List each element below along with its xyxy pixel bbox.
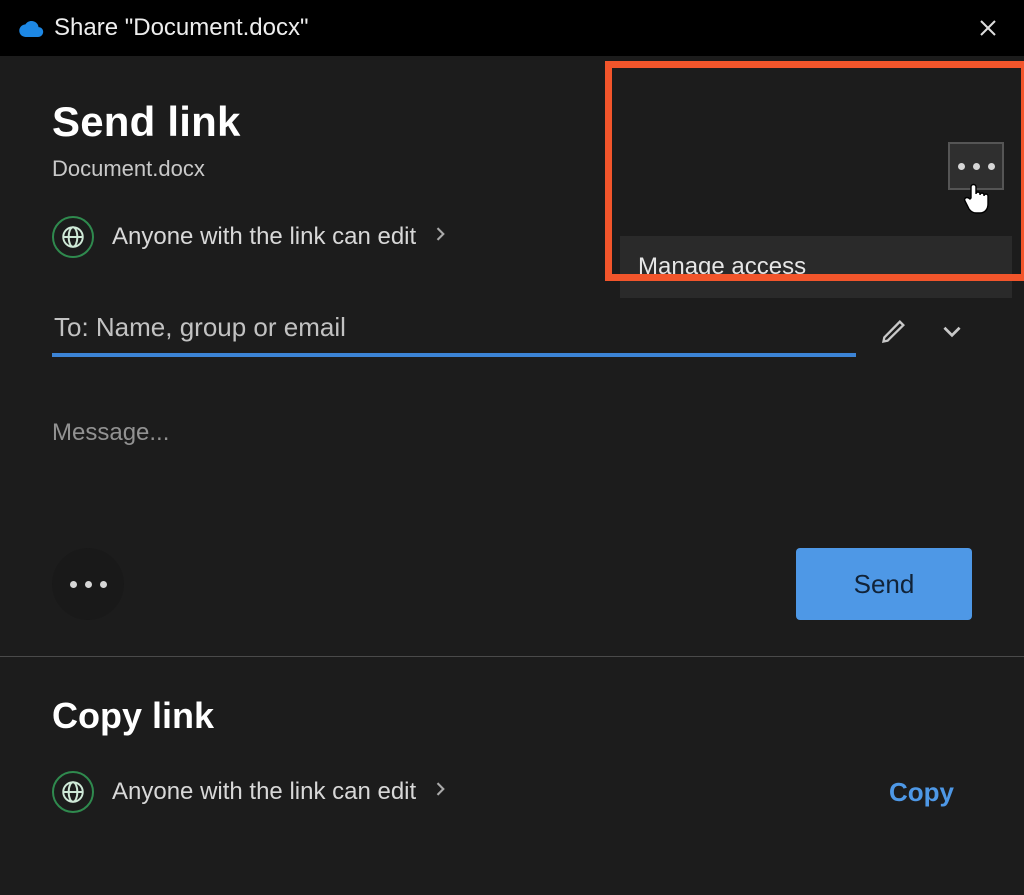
send-button-label: Send <box>854 569 915 600</box>
send-link-heading: Send link <box>52 98 972 146</box>
titlebar-title: Share "Document.docx" <box>54 14 970 42</box>
link-permission-text: Anyone with the link can edit <box>112 223 416 251</box>
ellipsis-icon <box>958 163 995 170</box>
copy-button[interactable]: Copy <box>889 777 954 808</box>
onedrive-cloud-icon <box>16 14 44 42</box>
manage-access-menu-item[interactable]: Manage access <box>620 236 1012 298</box>
chevron-right-icon <box>430 779 450 805</box>
chevron-right-icon <box>430 224 450 250</box>
message-input[interactable] <box>52 419 972 539</box>
edit-permissions-button[interactable] <box>874 311 914 351</box>
copy-link-permission-text: Anyone with the link can edit <box>112 778 416 806</box>
section-divider <box>0 656 1024 657</box>
copy-button-label: Copy <box>889 777 954 807</box>
permissions-dropdown[interactable] <box>932 311 972 351</box>
send-button[interactable]: Send <box>796 548 972 620</box>
copy-link-settings[interactable]: Anyone with the link can edit <box>52 771 450 813</box>
globe-icon <box>52 216 94 258</box>
ellipsis-icon <box>70 581 107 588</box>
document-filename: Document.docx <box>52 156 972 182</box>
manage-access-label: Manage access <box>638 253 806 281</box>
overflow-menu-button[interactable] <box>948 142 1004 190</box>
share-dialog-panel: Send link Document.docx Anyone with the … <box>0 56 1024 895</box>
copy-link-heading: Copy link <box>52 695 972 737</box>
more-options-button[interactable] <box>52 548 124 620</box>
recipient-row <box>52 304 972 357</box>
copy-link-row: Anyone with the link can edit Copy <box>52 771 972 813</box>
titlebar: Share "Document.docx" <box>0 0 1024 56</box>
recipient-input[interactable] <box>52 304 856 357</box>
close-button[interactable] <box>970 10 1006 46</box>
send-actions: Send <box>52 548 972 620</box>
globe-icon <box>52 771 94 813</box>
